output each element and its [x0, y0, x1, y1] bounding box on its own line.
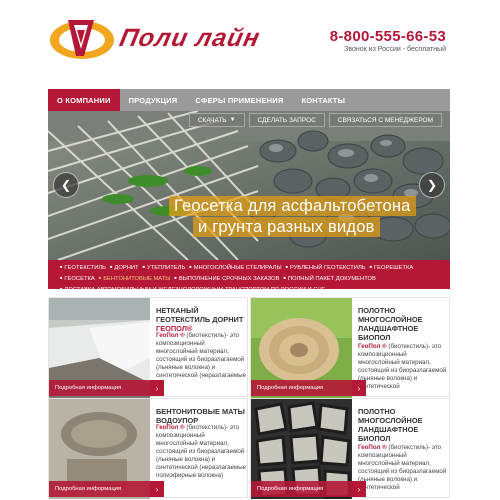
- site-header: Поли лайн 8-800-555-66-53 Звонок из Росс…: [0, 0, 500, 82]
- nav-item-contacts[interactable]: КОНТАКТЫ: [292, 89, 354, 111]
- tag-link[interactable]: УТЕПЛИТЕЛЬ: [143, 262, 185, 273]
- nav-item-about[interactable]: О КОМПАНИИ: [48, 89, 120, 111]
- tag-link[interactable]: ГЕОТЕКСТИЛЬ: [60, 262, 106, 273]
- hero-slider: Геосетка для асфальтобетона и грунта раз…: [48, 111, 450, 260]
- product-card: ПОЛОТНО МНОГОСЛОЙНОЕ ЛАНДШАФТНОЕ БИОПОЛ …: [250, 297, 450, 398]
- description-text: (биотекстиль)- это композиционный многос…: [358, 343, 447, 390]
- tag-link[interactable]: БЕНТОНИТОВЫЕ МАТЫ: [99, 273, 170, 284]
- tag-row: ДОСТАВКА АВТОМОБИЛЬНЫМ И ЖЕЛЕЗНОДОРОЖНЫМ…: [60, 284, 444, 295]
- description-text: (биотекстиль)- это композиционный многос…: [358, 444, 447, 491]
- product-card: БЕНТОНИТОВЫЕ МАТЫ ВОДОУПОР ГеоПол ® (био…: [48, 398, 248, 499]
- download-label: СКАЧАТЬ: [197, 116, 227, 124]
- description-text: (биотекстиль)- это композиционный многос…: [156, 332, 247, 379]
- chevron-right-icon[interactable]: ❯: [419, 172, 445, 198]
- brand-name: ГеоПол ®: [358, 343, 387, 350]
- tag-link[interactable]: МНОГОСЛОЙНЫЕ СТЕЛИРАЛЫ: [189, 262, 282, 273]
- product-title[interactable]: ПОЛОТНО МНОГОСЛОЙНОЕ ЛАНДШАФТНОЕ БИОПОЛ: [358, 306, 450, 342]
- hero-caption-line2: и грунта разных видов: [193, 217, 380, 237]
- product-title[interactable]: ПОЛОТНО МНОГОСЛОЙНОЕ ЛАНДШАФТНОЕ БИОПОЛ: [358, 407, 450, 443]
- product-card: ПОЛОТНО МНОГОСЛОЙНОЕ ЛАНДШАФТНОЕ БИОПОЛ …: [250, 398, 450, 499]
- brand-name: ГеоПол ®: [358, 444, 387, 451]
- tag-link[interactable]: ВЫПОЛНЕНИЕ СРОЧНЫХ ЗАКАЗОВ: [174, 273, 280, 284]
- download-button[interactable]: СКАЧАТЬ ▼: [188, 113, 245, 127]
- product-description: ГеоПол ® (биотекстиль)- это композиционн…: [358, 444, 450, 492]
- more-info-button[interactable]: Подробная информация: [251, 380, 352, 396]
- tag-link[interactable]: РУБЛЕНЫЙ ГЕОТЕКСТИЛЬ: [286, 262, 366, 273]
- contact-manager-button[interactable]: СВЯЗАТЬСЯ С МЕНЕДЖЕРОМ: [328, 113, 442, 127]
- tag-link[interactable]: ГЕОСЕТКА: [60, 273, 94, 284]
- page: Поли лайн 8-800-555-66-53 Звонок из Росс…: [0, 0, 500, 500]
- tag-link[interactable]: ДОСТАВКА АВТОМОБИЛЬНЫМ И ЖЕЛЕЗНОДОРОЖНЫМ…: [60, 284, 324, 295]
- product-title[interactable]: БЕНТОНИТОВЫЕ МАТЫ ВОДОУПОР: [156, 407, 248, 425]
- description-text: (биотекстиль)- это композиционный многос…: [156, 424, 247, 479]
- chevron-right-icon[interactable]: ›: [150, 380, 164, 396]
- chevron-right-icon[interactable]: ›: [150, 481, 164, 497]
- chevron-right-icon[interactable]: ›: [352, 481, 366, 497]
- main-nav: О КОМПАНИИ ПРОДУКЦИЯ СФЕРЫ ПРИМЕНЕНИЯ КО…: [48, 89, 450, 111]
- nav-item-products[interactable]: ПРОДУКЦИЯ: [120, 89, 187, 111]
- hero-action-bar: СКАЧАТЬ ▼ СДЕЛАТЬ ЗАПРОС СВЯЗАТЬСЯ С МЕН…: [48, 111, 450, 129]
- more-info-button[interactable]: Подробная информация: [49, 481, 150, 497]
- brand-name: ГеоПол ®: [156, 424, 185, 431]
- logo-icon[interactable]: [48, 15, 116, 61]
- phone-number[interactable]: 8-800-555-66-53: [330, 28, 446, 45]
- product-description: ГеоПол ® (биотекстиль)- это композиционн…: [156, 424, 248, 480]
- product-description: ГеоПол ® (биотекстиль)- это композиционн…: [156, 332, 248, 380]
- product-card: НЕТКАНЫЙ ГЕОТЕКСТИЛЬ ДОРНИТ ГЕОПОЛ® ГеоП…: [48, 297, 248, 398]
- hero-image: [48, 111, 450, 260]
- product-title-text: НЕТКАНЫЙ ГЕОТЕКСТИЛЬ ДОРНИТ: [156, 306, 244, 324]
- logo-wordmark[interactable]: Поли лайн: [117, 24, 263, 53]
- tag-link[interactable]: ДОРНИТ: [110, 262, 138, 273]
- category-tags: ГЕОТЕКСТИЛЬ ДОРНИТ УТЕПЛИТЕЛЬ МНОГОСЛОЙН…: [48, 260, 450, 293]
- more-info-button[interactable]: Подробная информация: [49, 380, 150, 396]
- product-description: ГеоПол ® (биотекстиль)- это композиционн…: [358, 343, 450, 391]
- phone-note: Звонок из России - бесплатный: [344, 46, 446, 53]
- tag-link[interactable]: ГЕОРЕШЕТКА: [370, 262, 413, 273]
- brand-name: ГеоПол ®: [156, 332, 185, 339]
- tag-row: ГЕОСЕТКА БЕНТОНИТОВЫЕ МАТЫ ВЫПОЛНЕНИЕ СР…: [60, 273, 444, 284]
- nav-item-applications[interactable]: СФЕРЫ ПРИМЕНЕНИЯ: [186, 89, 292, 111]
- more-info-button[interactable]: Подробная информация: [251, 481, 352, 497]
- chevron-down-icon: ▼: [229, 117, 236, 123]
- request-button[interactable]: СДЕЛАТЬ ЗАПРОС: [248, 113, 325, 127]
- tag-link[interactable]: ПОЛНЫЙ ПАКЕТ ДОКУМЕНТОВ: [283, 273, 376, 284]
- tag-row: ГЕОТЕКСТИЛЬ ДОРНИТ УТЕПЛИТЕЛЬ МНОГОСЛОЙН…: [60, 262, 444, 273]
- hero-caption-line1: Геосетка для асфальтобетона: [169, 196, 416, 216]
- chevron-right-icon[interactable]: ›: [352, 380, 366, 396]
- chevron-left-icon[interactable]: ❮: [53, 172, 79, 198]
- product-title[interactable]: НЕТКАНЫЙ ГЕОТЕКСТИЛЬ ДОРНИТ ГЕОПОЛ®: [156, 306, 248, 333]
